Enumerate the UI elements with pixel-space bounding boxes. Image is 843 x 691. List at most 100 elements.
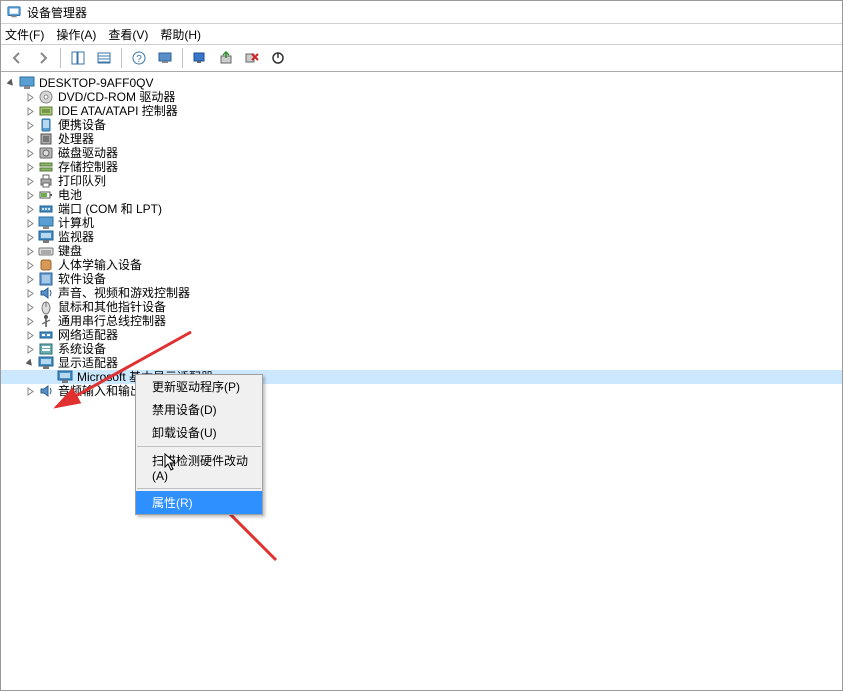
tree-category-label: 音频输入和输出 (58, 384, 142, 398)
expander-closed-icon[interactable] (24, 301, 36, 313)
expander-closed-icon[interactable] (24, 217, 36, 229)
menu-action[interactable]: 操作(A) (56, 26, 96, 43)
uninstall-button[interactable] (240, 46, 264, 70)
tree-category[interactable]: 键盘 (1, 244, 842, 258)
nav-back-button[interactable] (5, 46, 29, 70)
context-menu-separator (137, 446, 261, 447)
expander-closed-icon[interactable] (24, 147, 36, 159)
context-menu-item[interactable]: 禁用设备(D) (136, 398, 262, 421)
tree-category[interactable]: 电池 (1, 188, 842, 202)
expander-none (43, 371, 55, 383)
update-driver-button[interactable] (214, 46, 238, 70)
scan-hardware-button[interactable] (188, 46, 212, 70)
tree-category-display-adapters[interactable]: 显示适配器 (1, 356, 842, 370)
menu-view[interactable]: 查看(V) (108, 26, 148, 43)
tree-category-label: 通用串行总线控制器 (58, 314, 166, 328)
toolbar-separator (182, 48, 183, 68)
tree-category[interactable]: 计算机 (1, 216, 842, 230)
expander-closed-icon[interactable] (24, 231, 36, 243)
properties-button[interactable] (92, 46, 116, 70)
tree-category-audio-io[interactable]: 音频输入和输出 (1, 384, 842, 398)
tree-category[interactable]: 通用串行总线控制器 (1, 314, 842, 328)
tree-category[interactable]: 便携设备 (1, 118, 842, 132)
tree-category-label: 键盘 (58, 244, 82, 258)
tree-category-label: 磁盘驱动器 (58, 146, 118, 160)
tree-category[interactable]: 处理器 (1, 132, 842, 146)
tree-category-label: IDE ATA/ATAPI 控制器 (58, 104, 178, 118)
expander-closed-icon[interactable] (24, 119, 36, 131)
device-icon-button[interactable] (153, 46, 177, 70)
expander-closed-icon[interactable] (24, 287, 36, 299)
expander-closed-icon[interactable] (24, 189, 36, 201)
mouse-cursor-icon (164, 453, 178, 473)
help-button[interactable]: ? (127, 46, 151, 70)
context-menu-item[interactable]: 属性(R) (136, 491, 262, 514)
tree-category-label: 存储控制器 (58, 160, 118, 174)
show-hide-tree-button[interactable] (66, 46, 90, 70)
tree-category[interactable]: 端口 (COM 和 LPT) (1, 202, 842, 216)
expander-closed-icon[interactable] (24, 105, 36, 117)
expander-closed-icon[interactable] (24, 161, 36, 173)
tree-category[interactable]: 声音、视频和游戏控制器 (1, 286, 842, 300)
device-tree[interactable]: DESKTOP-9AFF0QV DVD/CD-ROM 驱动器IDE ATA/AT… (1, 72, 842, 691)
context-menu-separator (137, 488, 261, 489)
expander-closed-icon[interactable] (24, 273, 36, 285)
tree-category-label: 网络适配器 (58, 328, 118, 342)
tree-category-label: 人体学输入设备 (58, 258, 142, 272)
nav-forward-button[interactable] (31, 46, 55, 70)
display-icon (38, 355, 54, 371)
expander-closed-icon[interactable] (24, 343, 36, 355)
tree-category-label: DVD/CD-ROM 驱动器 (58, 90, 175, 104)
context-menu: 更新驱动程序(P)禁用设备(D)卸载设备(U) 扫描检测硬件改动(A) 属性(R… (135, 374, 263, 515)
expander-closed-icon[interactable] (24, 315, 36, 327)
app-icon (7, 5, 21, 19)
menu-bar: 文件(F) 操作(A) 查看(V) 帮助(H) (1, 24, 842, 45)
tree-category[interactable]: 存储控制器 (1, 160, 842, 174)
tree-category[interactable]: IDE ATA/ATAPI 控制器 (1, 104, 842, 118)
expander-closed-icon[interactable] (24, 203, 36, 215)
expander-closed-icon[interactable] (24, 329, 36, 341)
toolbar: ? (1, 45, 842, 72)
expander-closed-icon[interactable] (24, 385, 36, 397)
tree-category[interactable]: 软件设备 (1, 272, 842, 286)
tree-category[interactable]: 系统设备 (1, 342, 842, 356)
tree-category[interactable]: 网络适配器 (1, 328, 842, 342)
toolbar-separator (60, 48, 61, 68)
svg-text:?: ? (136, 54, 142, 65)
audio-io-icon (38, 383, 54, 399)
tree-category[interactable]: 磁盘驱动器 (1, 146, 842, 160)
expander-closed-icon[interactable] (24, 245, 36, 257)
tree-category[interactable]: 鼠标和其他指针设备 (1, 300, 842, 314)
tree-device-basic-display-adapter[interactable]: Microsoft 基本显示适配器 (1, 370, 842, 384)
context-menu-item[interactable]: 卸载设备(U) (136, 421, 262, 444)
display-icon (57, 369, 73, 385)
title-bar[interactable]: 设备管理器 (1, 1, 842, 24)
tree-category[interactable]: DVD/CD-ROM 驱动器 (1, 90, 842, 104)
tree-category-label: 监视器 (58, 230, 94, 244)
expander-closed-icon[interactable] (24, 175, 36, 187)
disable-button[interactable] (266, 46, 290, 70)
window-title: 设备管理器 (27, 4, 87, 21)
expander-open-icon[interactable] (5, 77, 17, 89)
tree-category-label: 系统设备 (58, 342, 106, 356)
tree-category[interactable]: 打印队列 (1, 174, 842, 188)
expander-open-icon[interactable] (24, 357, 36, 369)
expander-closed-icon[interactable] (24, 259, 36, 271)
context-menu-item[interactable]: 更新驱动程序(P) (136, 375, 262, 398)
tree-category-label: 鼠标和其他指针设备 (58, 300, 166, 314)
tree-category-label: 显示适配器 (58, 356, 118, 370)
tree-category-label: 端口 (COM 和 LPT) (58, 202, 162, 216)
expander-closed-icon[interactable] (24, 133, 36, 145)
expander-closed-icon[interactable] (24, 91, 36, 103)
tree-category-label: 便携设备 (58, 118, 106, 132)
tree-category-label: 计算机 (58, 216, 94, 230)
tree-root-label: DESKTOP-9AFF0QV (39, 76, 153, 90)
context-menu-item[interactable]: 扫描检测硬件改动(A) (136, 449, 262, 486)
tree-root[interactable]: DESKTOP-9AFF0QV (1, 76, 842, 90)
menu-file[interactable]: 文件(F) (5, 26, 44, 43)
tree-category-label: 打印队列 (58, 174, 106, 188)
tree-category[interactable]: 监视器 (1, 230, 842, 244)
tree-category-label: 软件设备 (58, 272, 106, 286)
menu-help[interactable]: 帮助(H) (160, 26, 201, 43)
tree-category[interactable]: 人体学输入设备 (1, 258, 842, 272)
